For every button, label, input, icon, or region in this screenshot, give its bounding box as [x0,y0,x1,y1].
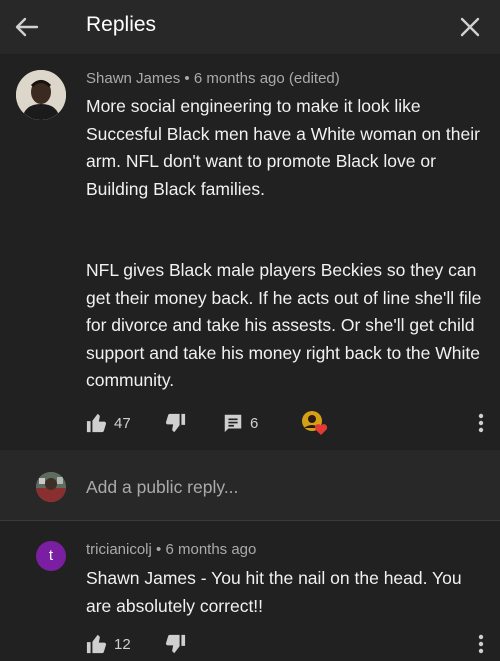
close-icon[interactable] [456,13,484,41]
avatar[interactable]: t [36,541,66,571]
more-options-icon[interactable] [478,631,484,657]
reply-comment: t tricianicolj • 6 months ago Shawn Jame… [0,521,500,654]
thumbs-down-icon [164,412,186,434]
page-title: Replies [86,13,157,36]
reply-count-button[interactable]: 6 [222,410,258,436]
meta-separator: • [156,541,162,558]
avatar[interactable] [16,70,66,120]
creator-heart-icon [300,410,328,436]
comment-actions: 12 [86,631,494,661]
author-name[interactable]: tricianicolj [86,541,152,558]
main-comment: Shawn James • 6 months ago (edited) More… [0,54,500,450]
back-arrow-icon[interactable] [12,12,42,42]
reply-count: 6 [250,414,259,432]
thumbs-down-icon [164,633,186,655]
more-options-icon[interactable] [478,410,484,436]
thumbs-up-icon [86,633,108,655]
author-name[interactable]: Shawn James [86,70,180,87]
thumbs-up-icon [86,412,108,434]
dislike-button[interactable] [164,631,186,657]
comment-meta: Shawn James • 6 months ago (edited) [86,70,340,87]
comment-actions: 47 6 [86,410,494,440]
comment-text: Shawn James - You hit the nail on the he… [86,568,462,616]
timestamp: 6 months ago (edited) [193,70,340,87]
top-bar: Replies [0,0,500,54]
like-button[interactable]: 47 [86,410,131,436]
reply-input[interactable] [86,474,466,500]
like-count: 47 [114,414,131,432]
dislike-button[interactable] [164,410,186,436]
meta-separator: • [184,70,190,87]
comment-paragraph: NFL gives Black male players Beckies so … [86,260,482,390]
comment-paragraph: More social engineering to make it look … [86,96,480,199]
comment-icon [222,412,244,434]
like-button[interactable]: 12 [86,631,131,657]
comment-text: More social engineering to make it look … [86,93,486,395]
comment-meta: tricianicolj • 6 months ago [86,541,256,558]
user-avatar [36,472,66,502]
timestamp: 6 months ago [165,541,257,558]
